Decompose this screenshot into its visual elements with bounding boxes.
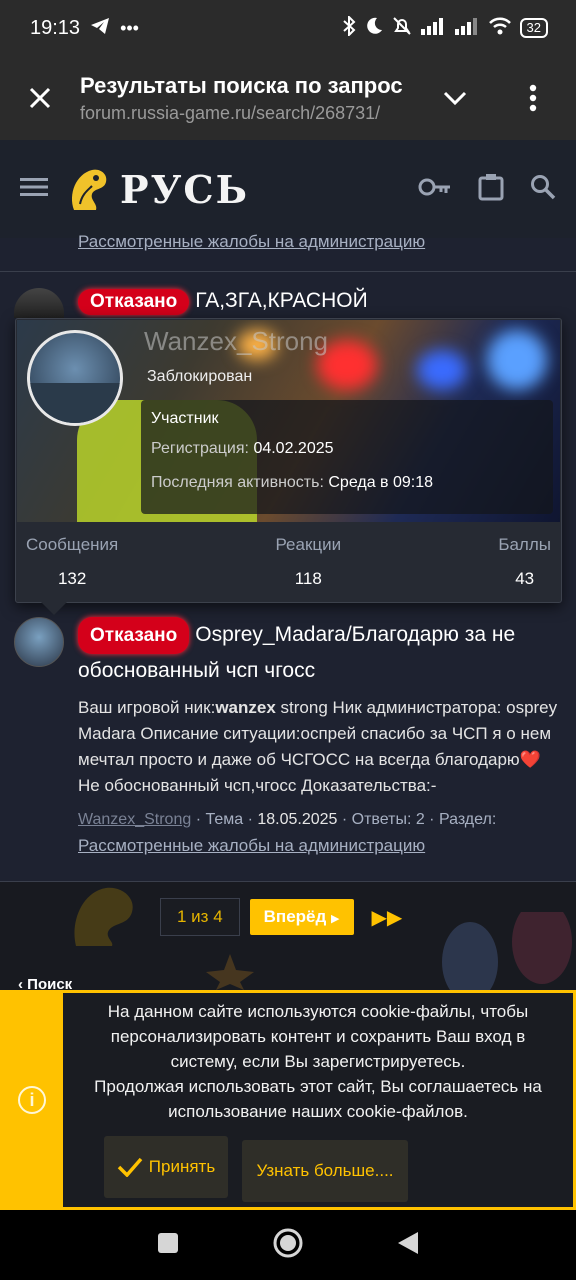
site-logo[interactable]: РУСЬ bbox=[66, 164, 249, 214]
chevron-right-icon: ▶ bbox=[331, 913, 340, 925]
clipboard-icon[interactable] bbox=[478, 173, 504, 206]
muted-bell-icon bbox=[392, 16, 412, 41]
wifi-icon bbox=[488, 17, 512, 40]
back-icon[interactable] bbox=[396, 1230, 420, 1261]
last-activity-value: Среда в 09:18 bbox=[328, 474, 434, 491]
pagination-area: 1 из 4 Вперёд ▶ ▶▶ ‹ Поиск bbox=[0, 882, 576, 990]
avatar[interactable] bbox=[14, 617, 64, 667]
battery-indicator: 32 bbox=[519, 18, 548, 38]
recent-apps-icon[interactable] bbox=[156, 1231, 180, 1260]
signal-icon bbox=[420, 17, 446, 40]
decor-sandals-icon bbox=[442, 912, 572, 990]
result-date: 18.05.2025 bbox=[257, 811, 338, 828]
stat-messages[interactable]: Сообщения 132 bbox=[26, 535, 118, 589]
chevron-left-icon: ‹ bbox=[18, 976, 23, 990]
more-notifications-icon: ••• bbox=[120, 17, 139, 38]
result-snippet: Ваш игровой ник:wanzex strong Ник админи… bbox=[78, 698, 558, 795]
member-name[interactable]: Wanzex_Strong bbox=[144, 326, 328, 357]
browser-menu-button[interactable] bbox=[490, 84, 576, 112]
member-info-box: Участник Регистрация: 04.02.2025 Последн… bbox=[141, 400, 553, 514]
page-indicator[interactable]: 1 из 4 bbox=[160, 898, 240, 936]
firebird-logo-icon bbox=[72, 169, 107, 210]
cookie-notice: i На данном сайте используются cookie-фа… bbox=[0, 990, 576, 1210]
site-header: РУСЬ bbox=[0, 140, 576, 238]
cookie-text-2: Продолжая использовать этот сайт, Вы сог… bbox=[94, 1077, 542, 1121]
browser-toolbar: Результаты поиска по запрос forum.russia… bbox=[0, 56, 576, 140]
breadcrumb[interactable]: ‹ Поиск bbox=[18, 976, 72, 990]
telegram-icon bbox=[90, 17, 110, 40]
next-page-button[interactable]: Вперёд ▶ bbox=[249, 899, 354, 935]
stat-reactions[interactable]: Реакции 118 bbox=[275, 535, 341, 589]
member-avatar[interactable] bbox=[27, 330, 123, 426]
hamburger-menu-icon[interactable] bbox=[20, 176, 48, 203]
pager: 1 из 4 Вперёд ▶ ▶▶ bbox=[160, 898, 402, 936]
page-title-area[interactable]: Результаты поиска по запрос forum.russia… bbox=[80, 73, 420, 124]
tooltip-arrow bbox=[41, 602, 67, 615]
browser-page-title: Результаты поиска по запрос bbox=[80, 72, 403, 98]
last-activity-label: Последняя активность: bbox=[151, 474, 324, 491]
fast-forward-icon: ▶▶ bbox=[371, 906, 403, 929]
status-bar: 19:13 ••• 32 bbox=[0, 0, 576, 56]
registration-label: Регистрация: bbox=[151, 440, 249, 457]
bluetooth-icon bbox=[342, 14, 356, 41]
member-tooltip-card: Wanzex_Strong Заблокирован Участник Реги… bbox=[15, 318, 562, 615]
result-title-text: ГА,ЗГА,КРАСНОЙ bbox=[195, 289, 368, 312]
home-icon[interactable] bbox=[272, 1227, 304, 1264]
result-meta: Wanzex_Strong · Тема · 18.05.2025 · Отве… bbox=[78, 811, 497, 855]
close-icon bbox=[29, 87, 51, 109]
search-result-item: Отказано Osprey_Madara/Благодарю за не об… bbox=[78, 617, 564, 860]
accept-cookies-button[interactable]: Принять bbox=[104, 1136, 228, 1198]
registration-date: 04.02.2025 bbox=[253, 440, 334, 457]
member-stats: Сообщения 132 Реакции 118 Баллы 43 bbox=[16, 535, 561, 589]
browser-url: forum.russia-game.ru/search/268731/ bbox=[80, 102, 381, 123]
previous-result-section-link[interactable]: Рассмотренные жалобы на администрацию bbox=[78, 232, 425, 252]
stat-points[interactable]: Баллы 43 bbox=[498, 535, 551, 589]
kebab-menu-icon bbox=[529, 84, 537, 112]
last-page-button[interactable]: ▶▶ bbox=[372, 905, 403, 930]
close-tab-button[interactable] bbox=[0, 86, 80, 110]
key-icon[interactable] bbox=[418, 176, 452, 203]
author-link[interactable]: Wanzex_Strong bbox=[78, 811, 191, 828]
search-icon[interactable] bbox=[530, 174, 556, 205]
result-2-title[interactable]: Отказано Osprey_Madara/Благодарю за не об… bbox=[78, 617, 564, 687]
divider bbox=[0, 271, 576, 272]
signal-icon-2 bbox=[454, 17, 480, 40]
system-navigation-bar bbox=[0, 1210, 576, 1280]
logo-text: РУСЬ bbox=[120, 166, 250, 212]
info-icon: i bbox=[18, 1086, 46, 1114]
cookie-buttons: Принять Узнать больше.... bbox=[104, 1136, 408, 1202]
decor-logo-icon bbox=[74, 887, 133, 946]
section-link[interactable]: Рассмотренные жалобы на администрацию bbox=[78, 836, 425, 855]
decor-starfish-icon bbox=[206, 954, 254, 990]
status-time: 19:13 bbox=[30, 16, 81, 39]
check-icon bbox=[117, 1157, 143, 1177]
result-1-title[interactable]: Отказано ГА,ЗГА,КРАСНОЙ bbox=[78, 284, 368, 317]
expand-button[interactable] bbox=[420, 90, 490, 106]
member-role: Участник bbox=[151, 410, 219, 427]
learn-more-button[interactable]: Узнать больше.... bbox=[242, 1140, 408, 1202]
status-badge: Отказано bbox=[78, 617, 190, 654]
heart-emoji: ❤️ bbox=[519, 750, 541, 769]
status-badge: Отказано bbox=[78, 289, 190, 315]
chevron-down-icon bbox=[443, 91, 467, 106]
cookie-text-1: На данном сайте используются cookie-файл… bbox=[107, 1002, 529, 1071]
profile-banner: Wanzex_Strong Заблокирован Участник Реги… bbox=[17, 320, 560, 522]
do-not-disturb-icon bbox=[364, 16, 384, 41]
member-status: Заблокирован bbox=[147, 368, 253, 385]
